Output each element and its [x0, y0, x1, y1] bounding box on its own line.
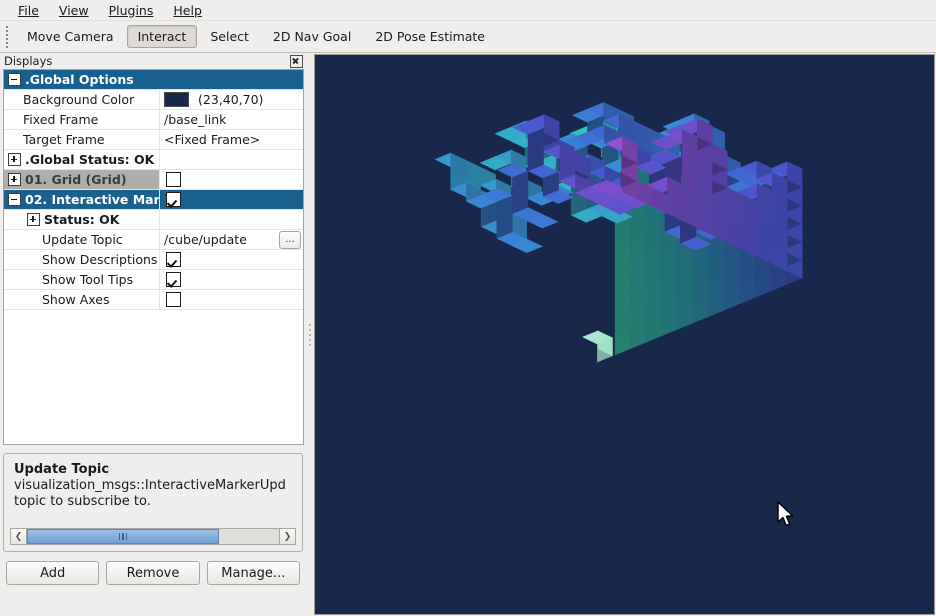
menu-plugins-label: Plugins — [109, 3, 154, 18]
main-split: Displays .Global Options Background Colo… — [0, 53, 936, 616]
tree-row-label: 01. Grid (Grid) — [25, 172, 127, 187]
tree-row-show-descriptions[interactable]: Show Descriptions — [4, 250, 303, 270]
tree-row-label: Show Descriptions — [42, 252, 157, 267]
expander-plus-icon[interactable] — [8, 173, 21, 186]
menu-help-label: Help — [173, 3, 202, 18]
tree-row-label: Show Tool Tips — [42, 272, 133, 287]
tree-row-label: .Global Status: OK — [25, 152, 154, 167]
scrollbar-grip-icon — [119, 533, 128, 540]
tree-row-status[interactable]: Status: OK — [4, 210, 303, 230]
tool-select[interactable]: Select — [199, 25, 260, 48]
tree-row-value: /base_link — [164, 112, 226, 127]
close-icon[interactable] — [290, 55, 303, 68]
tree-row-interactive-markers[interactable]: 02. Interactive Mar — [4, 190, 303, 210]
show-descriptions-checkbox[interactable] — [166, 252, 181, 267]
tree-row-global-status[interactable]: .Global Status: OK — [4, 150, 303, 170]
render-viewport[interactable] — [314, 54, 935, 615]
property-description-panel: Update Topic visualization_msgs::Interac… — [3, 453, 303, 552]
tree-row-label: .Global Options — [25, 72, 134, 87]
description-title: Update Topic — [14, 462, 292, 477]
tree-row-value: (23,40,70) — [198, 92, 263, 107]
add-button[interactable]: Add — [6, 561, 99, 585]
displays-panel-title: Displays — [4, 54, 52, 68]
enable-checkbox[interactable] — [166, 172, 181, 187]
tree-row-label: Fixed Frame — [23, 112, 98, 127]
show-axes-checkbox[interactable] — [166, 292, 181, 307]
chevron-left-icon[interactable]: ❮ — [10, 528, 27, 545]
displays-panel-title-bar: Displays — [0, 53, 306, 69]
description-line-2: topic to subscribe to. — [14, 494, 292, 510]
property-tree[interactable]: .Global Options Background Color (23,40,… — [3, 69, 304, 445]
expander-plus-icon[interactable] — [8, 153, 21, 166]
tree-row-show-tool-tips[interactable]: Show Tool Tips — [4, 270, 303, 290]
description-horizontal-scrollbar[interactable]: ❮ ❯ — [10, 528, 296, 545]
menu-bar: File View Plugins Help — [0, 0, 936, 21]
tool-bar: Move Camera Interact Select 2D Nav Goal … — [0, 21, 936, 53]
rviz-window: File View Plugins Help Move Camera Inter… — [0, 0, 936, 616]
tree-row-label: Status: OK — [44, 212, 119, 227]
scrollbar-thumb[interactable] — [27, 529, 219, 544]
tree-row-update-topic[interactable]: Update Topic /cube/update ... — [4, 230, 303, 250]
show-tool-tips-checkbox[interactable] — [166, 272, 181, 287]
tree-row-label: Background Color — [23, 92, 134, 107]
menu-view[interactable]: View — [49, 1, 99, 20]
displays-dock: Displays .Global Options Background Colo… — [0, 53, 306, 616]
chevron-right-icon[interactable]: ❯ — [279, 528, 296, 545]
tool-interact[interactable]: Interact — [127, 25, 198, 48]
tree-row-value: <Fixed Frame> — [164, 132, 260, 147]
manage-button[interactable]: Manage... — [207, 561, 300, 585]
tool-2d-pose-estimate[interactable]: 2D Pose Estimate — [364, 25, 496, 48]
tree-row-label: Show Axes — [42, 292, 109, 307]
mouse-pointer-icon — [777, 501, 795, 527]
menu-file[interactable]: File — [8, 1, 49, 20]
tool-move-camera[interactable]: Move Camera — [16, 25, 125, 48]
voxel-scene — [315, 55, 935, 615]
expander-plus-icon[interactable] — [27, 213, 40, 226]
remove-button[interactable]: Remove — [106, 561, 199, 585]
dock-splitter[interactable] — [306, 53, 314, 616]
expander-minus-icon[interactable] — [8, 193, 21, 206]
display-actions: Add Remove Manage... — [0, 552, 306, 585]
tree-row-background-color[interactable]: Background Color (23,40,70) — [4, 90, 303, 110]
splitter-grip-icon — [309, 324, 311, 346]
scrollbar-track[interactable] — [27, 528, 279, 545]
tool-2d-nav-goal[interactable]: 2D Nav Goal — [262, 25, 362, 48]
tree-row-global-options[interactable]: .Global Options — [4, 70, 303, 90]
toolbar-drag-handle[interactable] — [2, 24, 12, 50]
tree-row-label: Update Topic — [42, 232, 123, 247]
tree-row-label: 02. Interactive Mar — [25, 192, 159, 207]
menu-plugins[interactable]: Plugins — [99, 1, 164, 20]
description-line-1: visualization_msgs::InteractiveMarkerUpd — [14, 478, 292, 494]
expander-minus-icon[interactable] — [8, 73, 21, 86]
tree-row-value[interactable]: /cube/update — [164, 232, 247, 247]
tree-row-target-frame[interactable]: Target Frame <Fixed Frame> — [4, 130, 303, 150]
tree-row-show-axes[interactable]: Show Axes — [4, 290, 303, 310]
tree-row-grid[interactable]: 01. Grid (Grid) — [4, 170, 303, 190]
enable-checkbox[interactable] — [166, 192, 181, 207]
menu-view-label: View — [59, 3, 89, 18]
menu-file-label: File — [18, 3, 39, 18]
color-swatch[interactable] — [164, 92, 189, 107]
browse-topic-button[interactable]: ... — [279, 231, 301, 249]
menu-help[interactable]: Help — [163, 1, 212, 20]
tree-row-label: Target Frame — [23, 132, 105, 147]
tree-row-fixed-frame[interactable]: Fixed Frame /base_link — [4, 110, 303, 130]
